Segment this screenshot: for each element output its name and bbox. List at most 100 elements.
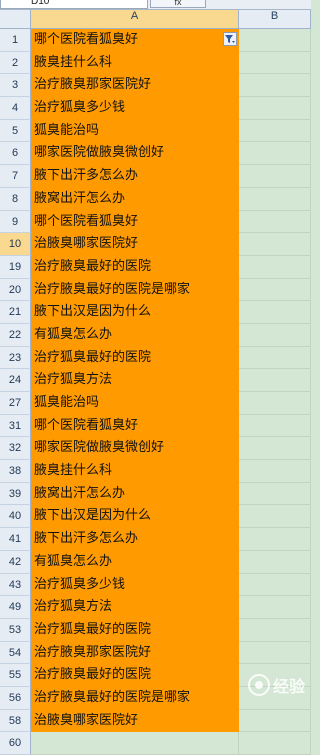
row-header[interactable]: 53 xyxy=(0,618,31,642)
cell-b[interactable] xyxy=(239,29,311,52)
column-header-a[interactable]: A xyxy=(31,10,239,28)
row-header[interactable]: 9 xyxy=(0,210,31,234)
cell-a[interactable]: 治疗狐臭方法 xyxy=(31,596,239,619)
row-header[interactable]: 8 xyxy=(0,187,31,211)
row-header[interactable]: 5 xyxy=(0,119,31,143)
cell-a[interactable]: 治腋臭哪家医院好 xyxy=(31,233,239,256)
cell-b[interactable] xyxy=(239,732,311,755)
cell-b[interactable] xyxy=(239,392,311,415)
row-header[interactable]: 24 xyxy=(0,369,31,392)
row-header[interactable]: 54 xyxy=(0,641,31,665)
cell-b[interactable] xyxy=(239,187,311,211)
cell-b[interactable] xyxy=(239,74,311,98)
cell-b[interactable] xyxy=(239,550,311,574)
cell-a[interactable]: 治腋臭哪家医院好 xyxy=(31,709,239,733)
cell-a[interactable]: 治疗腋臭最好的医院 xyxy=(31,255,239,279)
row-header[interactable]: 3 xyxy=(0,74,31,98)
cell-a[interactable]: 治疗狐臭多少钱 xyxy=(31,97,239,120)
row-header[interactable]: 56 xyxy=(0,686,31,710)
cell-b[interactable] xyxy=(239,709,311,733)
row-header[interactable]: 10 xyxy=(0,233,31,256)
row-header[interactable]: 27 xyxy=(0,392,31,415)
select-all-corner[interactable] xyxy=(0,10,31,28)
row-header[interactable]: 1 xyxy=(0,29,31,52)
row-header[interactable]: 43 xyxy=(0,573,31,597)
row-header[interactable]: 49 xyxy=(0,596,31,619)
cell-a[interactable]: 治疗腋臭那家医院好 xyxy=(31,74,239,98)
cell-a[interactable]: 有狐臭怎么办 xyxy=(31,323,239,347)
cell-a[interactable] xyxy=(31,732,239,755)
cell-a[interactable]: 腋窝出汗怎么办 xyxy=(31,482,239,506)
cell-b[interactable] xyxy=(239,119,311,143)
cell-b[interactable] xyxy=(239,97,311,120)
cell-a[interactable]: 腋下出汉是因为什么 xyxy=(31,505,239,529)
fx-button[interactable]: fx xyxy=(150,0,206,8)
cell-b[interactable] xyxy=(239,482,311,506)
cell-a[interactable]: 治疗腋臭最好的医院是哪家 xyxy=(31,686,239,710)
cell-a[interactable]: 狐臭能治吗 xyxy=(31,392,239,415)
cell-b[interactable] xyxy=(239,528,311,551)
cell-a[interactable]: 治疗腋臭最好的医院 xyxy=(31,664,239,687)
cell-b[interactable] xyxy=(239,414,311,438)
row-header[interactable]: 58 xyxy=(0,709,31,733)
cell-b[interactable] xyxy=(239,505,311,529)
cell-b[interactable] xyxy=(239,323,311,347)
cell-b[interactable] xyxy=(239,346,311,370)
cell-a[interactable]: 治疗狐臭最好的医院 xyxy=(31,346,239,370)
row-header[interactable]: 60 xyxy=(0,732,31,755)
cell-a[interactable]: 哪家医院做腋臭微创好 xyxy=(31,437,239,461)
row-header[interactable]: 31 xyxy=(0,414,31,438)
row-header[interactable]: 32 xyxy=(0,437,31,461)
cell-b[interactable] xyxy=(239,233,311,256)
cell-b[interactable] xyxy=(239,165,311,188)
row-header[interactable]: 42 xyxy=(0,550,31,574)
cell-b[interactable] xyxy=(239,255,311,279)
cell-a[interactable]: 腋臭挂什么科 xyxy=(31,460,239,483)
cell-b[interactable] xyxy=(239,51,311,75)
cell-b[interactable] xyxy=(239,641,311,665)
cell-b[interactable] xyxy=(239,210,311,234)
row-header[interactable]: 22 xyxy=(0,323,31,347)
cell-b[interactable] xyxy=(239,437,311,461)
cell-a[interactable]: 哪家医院做腋臭微创好 xyxy=(31,142,239,166)
row-header[interactable]: 4 xyxy=(0,97,31,120)
cell-a[interactable]: 治疗狐臭方法 xyxy=(31,369,239,392)
cell-a[interactable]: 哪个医院看狐臭好 xyxy=(31,414,239,438)
cell-b[interactable] xyxy=(239,142,311,166)
row-header[interactable]: 39 xyxy=(0,482,31,506)
filter-dropdown-icon[interactable] xyxy=(223,32,237,46)
cell-a[interactable]: 哪个医院看狐臭好 xyxy=(31,210,239,234)
cell-a[interactable]: 腋下出汉是因为什么 xyxy=(31,301,239,324)
row-header[interactable]: 38 xyxy=(0,460,31,483)
column-header-b[interactable]: B xyxy=(239,10,311,28)
cell-b[interactable] xyxy=(239,278,311,302)
cell-a[interactable]: 狐臭能治吗 xyxy=(31,119,239,143)
row-header[interactable]: 40 xyxy=(0,505,31,529)
cell-b[interactable] xyxy=(239,460,311,483)
cell-b[interactable] xyxy=(239,573,311,597)
cell-a[interactable]: 治疗狐臭最好的医院 xyxy=(31,618,239,642)
row-header[interactable]: 41 xyxy=(0,528,31,551)
row-header[interactable]: 7 xyxy=(0,165,31,188)
cell-a[interactable]: 腋窝出汗怎么办 xyxy=(31,187,239,211)
row-header[interactable]: 6 xyxy=(0,142,31,166)
row-header[interactable]: 23 xyxy=(0,346,31,370)
cell-a[interactable]: 治疗腋臭那家医院好 xyxy=(31,641,239,665)
cell-a[interactable]: 腋下出汗多怎么办 xyxy=(31,528,239,551)
cell-b[interactable] xyxy=(239,369,311,392)
cell-a[interactable]: 有狐臭怎么办 xyxy=(31,550,239,574)
cell-a[interactable]: 腋下出汗多怎么办 xyxy=(31,165,239,188)
name-box[interactable]: D10 xyxy=(0,0,148,9)
cell-a[interactable]: 腋臭挂什么科 xyxy=(31,51,239,75)
cell-b[interactable] xyxy=(239,618,311,642)
row-header[interactable]: 21 xyxy=(0,301,31,324)
cell-b[interactable] xyxy=(239,301,311,324)
row-header[interactable]: 2 xyxy=(0,51,31,75)
cell-a[interactable]: 治疗狐臭多少钱 xyxy=(31,573,239,597)
cell-a[interactable]: 哪个医院看狐臭好 xyxy=(31,29,239,52)
row-header[interactable]: 20 xyxy=(0,278,31,302)
cell-b[interactable] xyxy=(239,596,311,619)
row-header[interactable]: 55 xyxy=(0,664,31,687)
row-header[interactable]: 19 xyxy=(0,255,31,279)
cell-a[interactable]: 治疗腋臭最好的医院是哪家 xyxy=(31,278,239,302)
